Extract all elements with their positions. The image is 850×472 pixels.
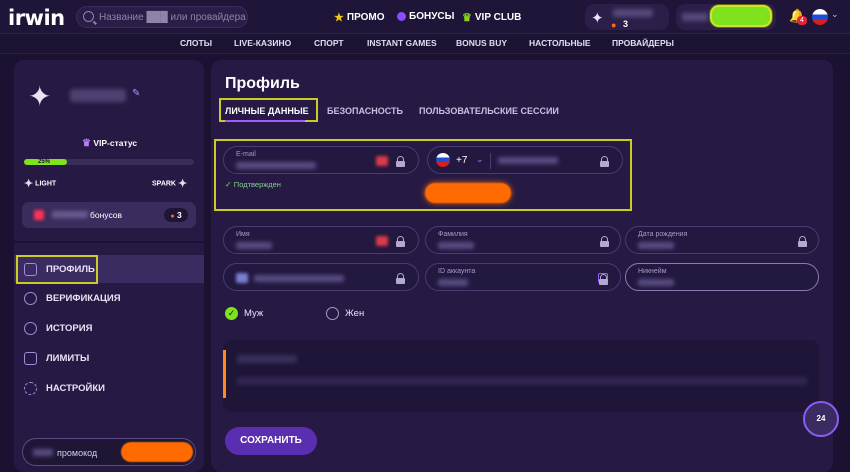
crown-icon: ♛ <box>462 12 472 24</box>
avatar-icon: ✦ <box>591 10 604 27</box>
country-field[interactable] <box>223 263 419 291</box>
lock-icon <box>396 156 405 167</box>
gender-female-radio[interactable]: Жен <box>326 307 364 320</box>
edit-icon[interactable]: ✎ <box>132 88 140 99</box>
menu-settings[interactable]: НАСТРОЙКИ <box>14 374 204 402</box>
lock-icon <box>600 236 609 247</box>
tab-security[interactable]: БЕЗОПАСНОСТЬ <box>327 106 403 116</box>
menu-profile[interactable]: ПРОФИЛЬ <box>14 255 204 284</box>
chevron-down-icon[interactable]: ⌄ <box>476 154 484 165</box>
nickname-field[interactable]: Никнейм <box>625 263 819 291</box>
surname-field[interactable]: Фамилия <box>425 226 621 254</box>
page-title: Профиль <box>225 75 300 92</box>
level-spark: SPARK ✦ <box>152 178 188 190</box>
paw-icon: ● <box>611 20 617 30</box>
light-level-icon: ✦ <box>24 178 34 190</box>
chevron-down-icon[interactable]: ⌄ <box>831 9 839 20</box>
cat-table[interactable]: НАСТОЛЬНЫЕ <box>529 38 591 48</box>
search-input[interactable]: Название ███ или провайдера <box>76 6 248 28</box>
country-flag-icon <box>236 273 248 283</box>
bell-icon[interactable]: 🔔 4 <box>789 8 807 25</box>
notification-badge: 4 <box>797 16 807 25</box>
logo[interactable]: irwin <box>8 6 65 30</box>
promo-code[interactable]: промокод <box>22 438 196 466</box>
deposit-button[interactable] <box>710 5 772 27</box>
birthdate-field[interactable]: Дата рождения <box>625 226 819 254</box>
gender-male-radio[interactable]: ✓ Муж <box>225 307 263 320</box>
nav-bonuses[interactable]: БОНУСЫ <box>397 11 454 22</box>
promo-input[interactable]: промокод <box>57 448 97 458</box>
paw-icon: ● <box>170 213 175 220</box>
profile-panel: Профиль ЛИЧНЫЕ ДАННЫЕ БЕЗОПАСНОСТЬ ПОЛЬЗ… <box>211 60 833 472</box>
menu-verification[interactable]: ВЕРИФИКАЦИЯ <box>14 284 204 312</box>
id-card-icon <box>24 263 37 276</box>
lock-icon <box>600 156 609 167</box>
top-bar: irwin Название ███ или провайдера ★ ПРОМО… <box>0 0 850 34</box>
send-code-button[interactable] <box>425 183 511 203</box>
info-notice <box>223 340 819 412</box>
bonus-icon <box>397 12 406 21</box>
search-icon <box>83 11 94 22</box>
sidebar: ✦ ✎ ♛ VIP-статус 25% ✦ LIGHT SPARK ✦ бон… <box>14 60 204 472</box>
level-light: ✦ LIGHT <box>24 178 57 190</box>
lock-icon <box>798 236 807 247</box>
hand-icon <box>24 352 37 365</box>
vip-status[interactable]: ♛ VIP-статус <box>82 138 137 149</box>
menu-limits[interactable]: ЛИМИТЫ <box>14 344 204 372</box>
nav-vip-club[interactable]: ♛ VIP CLUB <box>462 11 521 24</box>
cat-slots[interactable]: СЛОТЫ <box>180 38 212 48</box>
history-icon <box>24 322 37 335</box>
tab-sessions[interactable]: ПОЛЬЗОВАТЕЛЬСКИЕ СЕССИИ <box>419 106 559 116</box>
category-bar: СЛОТЫ LIVE-КАЗИНО СПОРТ INSTANT GAMES BO… <box>0 34 850 54</box>
email-field[interactable]: E-mail <box>223 146 419 174</box>
language-flag-icon[interactable] <box>812 9 828 25</box>
name-field[interactable]: Имя <box>223 226 419 254</box>
menu-history[interactable]: ИСТОРИЯ <box>14 314 204 342</box>
cat-bonus-buy[interactable]: BONUS BUY <box>456 38 507 48</box>
support-chat-button[interactable]: 24 <box>803 401 839 437</box>
vip-progress: 25% <box>24 159 194 165</box>
phone-field[interactable]: +7 ⌄ <box>427 146 623 174</box>
cat-live[interactable]: LIVE-КАЗИНО <box>234 38 291 48</box>
promo-apply-button[interactable] <box>121 442 193 462</box>
user-count: 3 <box>623 19 629 29</box>
verify-icon <box>24 292 37 305</box>
gift-icon <box>34 210 44 220</box>
tab-personal-data[interactable]: ЛИЧНЫЕ ДАННЫЕ <box>225 106 309 122</box>
verified-status: ✓ Подтвержден <box>225 180 281 189</box>
nav-promo[interactable]: ★ ПРОМО <box>334 11 385 24</box>
username-blur <box>613 9 653 17</box>
bonuses-box[interactable]: бонусов ● 3 <box>22 202 196 228</box>
gear-icon <box>24 382 37 395</box>
cat-instant[interactable]: INSTANT GAMES <box>367 38 437 48</box>
cat-sport[interactable]: СПОРТ <box>314 38 344 48</box>
save-button[interactable]: СОХРАНИТЬ <box>225 427 317 455</box>
cat-providers[interactable]: ПРОВАЙДЕРЫ <box>612 38 674 48</box>
crown-icon: ♛ <box>82 138 91 149</box>
check-icon: ✓ <box>225 180 232 189</box>
divider <box>14 241 204 243</box>
copy-icon[interactable] <box>598 273 608 285</box>
avatar-icon: ✦ <box>28 81 52 112</box>
check-icon: ✓ <box>225 307 238 320</box>
spark-level-icon: ✦ <box>177 178 188 190</box>
russia-flag-icon <box>436 153 450 167</box>
lock-icon <box>396 236 405 247</box>
bonuses-count: ● 3 <box>164 208 188 222</box>
username-blur <box>70 89 126 102</box>
account-id-field[interactable]: ID аккаунта <box>425 263 621 291</box>
star-icon: ★ <box>334 12 344 24</box>
lock-icon <box>396 273 405 284</box>
search-placeholder: Название ███ или провайдера <box>99 12 246 23</box>
user-chip[interactable]: ✦ ● 3 <box>585 4 669 30</box>
